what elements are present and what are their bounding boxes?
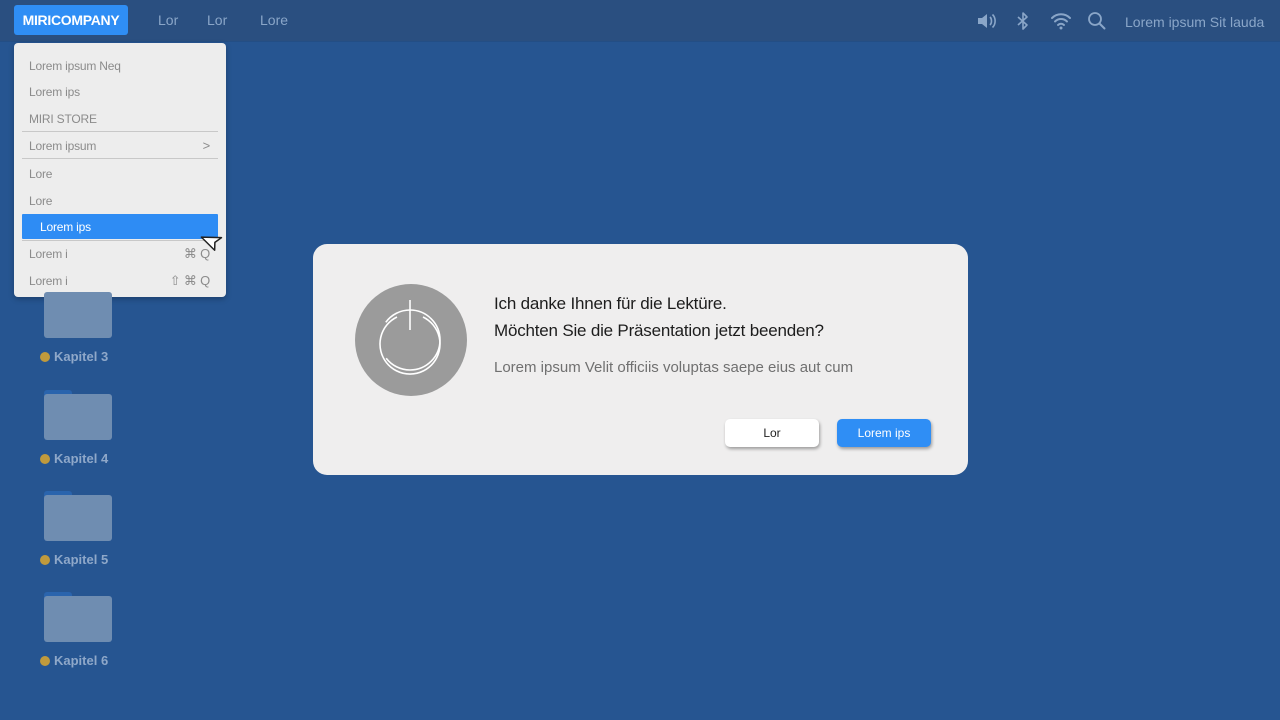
apple-dropdown-menu: Lorem ipsum Neq Lorem ips MIRI STORE Lor… (14, 43, 226, 297)
menu-item-preferences[interactable]: Lorem ips (22, 79, 218, 104)
folder-label[interactable]: Kapitel 6 (40, 653, 108, 668)
cancel-button[interactable]: Lor (725, 419, 819, 447)
shortcut-label: ⇧ ⌘ Q (169, 272, 210, 288)
menu-item-lock[interactable]: Lorem i ⌘ Q (22, 241, 218, 266)
search-icon[interactable] (1087, 11, 1107, 31)
confirm-button[interactable]: Lorem ips (837, 419, 931, 447)
apple-menu-button[interactable]: MIRICOMPANY (14, 5, 128, 35)
menu-item-about[interactable]: Lorem ipsum Neq (22, 53, 218, 78)
menu-item-recent[interactable]: Lorem ipsum > (22, 133, 218, 158)
shutdown-dialog: Ich danke Ihnen für die Lektüre. Möchten… (313, 244, 968, 475)
menu-lor-1[interactable]: Lor (158, 12, 178, 28)
folder-label[interactable]: Kapitel 4 (40, 451, 108, 466)
folder-icon[interactable] (44, 592, 112, 642)
power-icon (355, 284, 467, 396)
tag-dot (40, 351, 50, 362)
menu-clock[interactable]: Lorem ipsum Sit lauda (1125, 14, 1264, 30)
menu-separator (22, 131, 218, 132)
menu-item-shutdown[interactable]: Lorem ips (22, 214, 218, 239)
tag-dot (40, 554, 50, 565)
folder-icon[interactable] (44, 292, 112, 338)
dialog-title: Ich danke Ihnen für die Lektüre. Möchten… (494, 294, 824, 340)
menu-item-lore-1[interactable]: Lore (22, 161, 218, 186)
bluetooth-icon[interactable] (1016, 11, 1030, 31)
wifi-icon[interactable] (1050, 11, 1072, 31)
folder-icon[interactable] (44, 390, 112, 440)
menu-bar: MIRICOMPANY Lor Lor Lore Lorem ipsum Sit… (0, 0, 1280, 41)
menu-lor-2[interactable]: Lor (207, 12, 227, 28)
tag-dot (40, 655, 50, 666)
folder-label[interactable]: Kapitel 5 (40, 552, 108, 567)
menu-item-store[interactable]: MIRI STORE (22, 106, 218, 131)
folder-icon[interactable] (44, 491, 112, 541)
submenu-chevron-icon: > (202, 138, 211, 153)
menu-item-lore-2[interactable]: Lore (22, 188, 218, 213)
folder-label[interactable]: Kapitel 3 (40, 349, 108, 364)
dialog-message: Lorem ipsum Velit officiis voluptas saep… (494, 359, 854, 376)
menu-item-logout[interactable]: Lorem i ⇧ ⌘ Q (22, 268, 218, 293)
menu-lore[interactable]: Lore (260, 12, 288, 28)
pointer-cursor-icon (200, 236, 223, 251)
speaker-icon[interactable] (976, 11, 998, 31)
tag-dot (40, 453, 50, 464)
menu-separator (22, 158, 218, 159)
